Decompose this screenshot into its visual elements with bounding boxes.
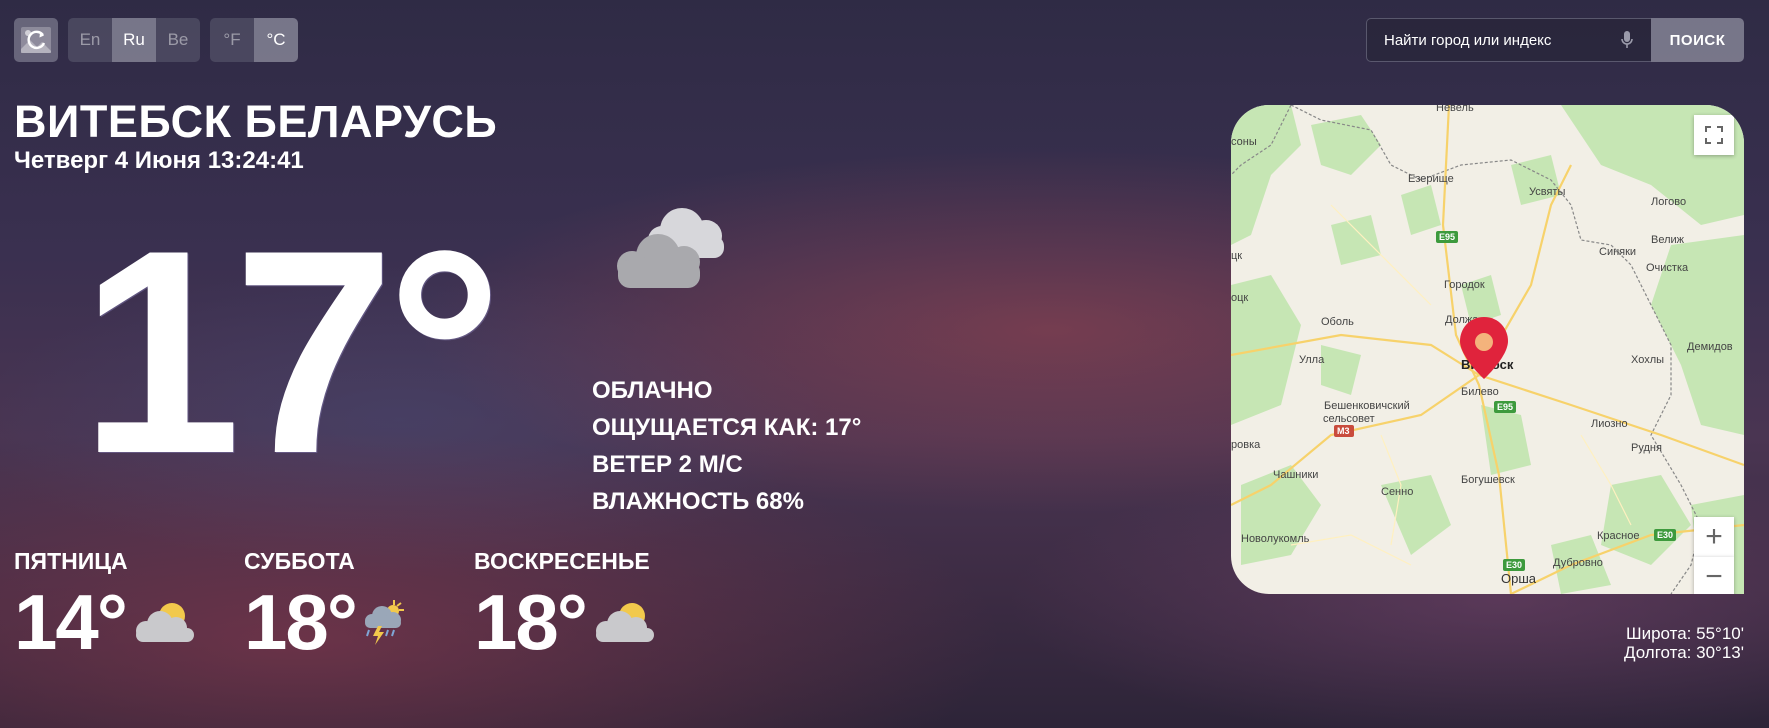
map-label: Дубровно <box>1553 557 1603 569</box>
latitude-text: Широта: 55°10' <box>1626 624 1744 643</box>
map-label: Невель <box>1436 105 1474 114</box>
map-label: Логово <box>1651 196 1686 208</box>
search-field-wrapper <box>1366 18 1651 62</box>
lang-en-button[interactable]: En <box>68 18 112 62</box>
forecast-day-name: ВОСКРЕСЕНЬЕ <box>474 548 650 574</box>
forecast-day-name: СУББОТА <box>244 548 355 574</box>
condition-text: ОБЛАЧНО <box>592 377 713 404</box>
zoom-out-button[interactable]: − <box>1694 557 1734 594</box>
map-label: Лиозно <box>1591 418 1628 430</box>
map-label: оцк <box>1231 292 1248 304</box>
map-label: Билево <box>1461 386 1499 398</box>
map-canvas[interactable]: E95 E95 M3 E30 E30 Невель соны Езерище У… <box>1231 105 1744 594</box>
map-label: цк <box>1231 250 1242 262</box>
weather-details: ОБЛАЧНО ОЩУЩАЕТСЯ КАК: 17° ВЕТЕР 2 М/С В… <box>592 372 861 520</box>
microphone-icon[interactable] <box>1619 30 1635 50</box>
map-label: Городок <box>1444 279 1485 291</box>
partly-cloudy-icon <box>135 603 194 642</box>
map-label: Сенно <box>1381 486 1413 498</box>
map-label: ровка <box>1231 439 1261 451</box>
road-label: E30 <box>1657 530 1673 540</box>
humidity-text: ВЛАЖНОСТЬ 68% <box>592 488 804 515</box>
map-label: Красное <box>1597 530 1639 542</box>
thunderstorm-icon <box>364 600 404 645</box>
zoom-in-button[interactable]: + <box>1694 517 1734 557</box>
map-label: Очистка <box>1646 262 1689 274</box>
refresh-image-icon <box>21 27 51 53</box>
map-label: сельсовет <box>1323 413 1375 425</box>
search-form: ПОИСК <box>1366 18 1744 62</box>
forecast-temperature: 18° <box>244 578 358 666</box>
map-label: Бешенковичский <box>1324 400 1410 412</box>
current-temperature: 17° <box>80 190 503 514</box>
wind-text: ВЕТЕР 2 М/С <box>592 451 743 478</box>
fullscreen-button[interactable] <box>1694 115 1734 155</box>
current-datetime: Четверг 4 Июня 13:24:41 <box>14 147 304 174</box>
coordinates: Широта: 55°10' Долгота: 30°13' <box>1624 624 1744 662</box>
map-label: Хохлы <box>1631 354 1664 366</box>
road-label: E30 <box>1506 560 1522 570</box>
map-label: Синяки <box>1599 246 1636 258</box>
search-input[interactable] <box>1384 31 1619 49</box>
map-label: Велиж <box>1651 234 1685 246</box>
lang-be-button[interactable]: Be <box>156 18 200 62</box>
longitude-text: Долгота: 30°13' <box>1624 643 1744 662</box>
city-title: ВИТЕБСК БЕЛАРУСЬ <box>14 96 498 147</box>
refresh-background-button[interactable] <box>14 18 58 62</box>
unit-switcher: °F °C <box>210 18 298 62</box>
map-label: Новолукомль <box>1241 533 1310 545</box>
unit-celsius-button[interactable]: °C <box>254 18 298 62</box>
map-label: Улла <box>1299 354 1325 366</box>
road-label: E95 <box>1497 402 1513 412</box>
map-label: Демидов <box>1687 341 1733 353</box>
map-label: соны <box>1231 136 1257 148</box>
feels-like-text: ОЩУЩАЕТСЯ КАК: 17° <box>592 414 862 441</box>
cloudy-icon <box>610 196 735 296</box>
language-switcher: En Ru Be <box>68 18 200 62</box>
location-map[interactable]: E95 E95 M3 E30 E30 Невель соны Езерище У… <box>1231 105 1744 594</box>
map-label: Орша <box>1501 571 1537 586</box>
forecast-day: ПЯТНИЦА 14° <box>14 548 244 661</box>
map-label: Езерище <box>1408 173 1454 185</box>
forecast-temperature: 18° <box>474 578 588 666</box>
unit-fahrenheit-button[interactable]: °F <box>210 18 254 62</box>
road-label: E95 <box>1439 232 1455 242</box>
map-label: Чашники <box>1273 469 1318 481</box>
fullscreen-icon <box>1705 126 1723 144</box>
forecast-temperature: 14° <box>14 578 128 666</box>
forecast-day: ВОСКРЕСЕНЬЕ 18° <box>474 548 704 661</box>
forecast-day: СУББОТА 18° <box>244 548 474 661</box>
map-label: Богушевск <box>1461 474 1515 486</box>
map-label: Оболь <box>1321 316 1354 328</box>
map-label: Рудня <box>1631 442 1662 454</box>
partly-cloudy-icon <box>595 603 654 642</box>
search-button[interactable]: ПОИСК <box>1651 18 1744 62</box>
road-label: M3 <box>1337 426 1350 436</box>
forecast-day-name: ПЯТНИЦА <box>14 548 128 574</box>
map-label: Усвяты <box>1529 186 1565 198</box>
top-controls: En Ru Be °F °C <box>14 18 298 62</box>
lang-ru-button[interactable]: Ru <box>112 18 156 62</box>
